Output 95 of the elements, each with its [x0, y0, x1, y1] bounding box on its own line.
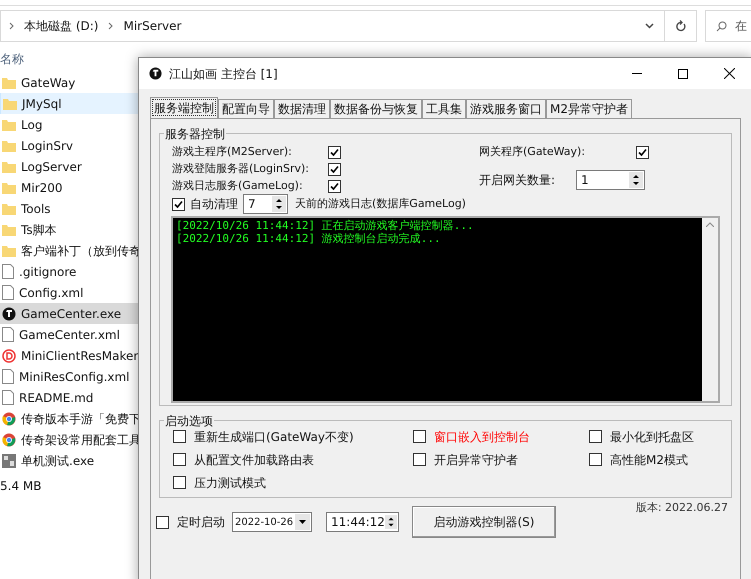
- checkbox[interactable]: [328, 180, 341, 193]
- file-item[interactable]: Mir200: [0, 177, 140, 198]
- breadcrumb[interactable]: 本地磁盘 (D:): [24, 17, 98, 35]
- option-label: 窗口嵌入到控制台: [434, 428, 530, 446]
- spin-arrows-icon[interactable]: [629, 172, 643, 188]
- folder-icon: [2, 182, 16, 194]
- refresh-icon: [674, 20, 686, 32]
- window-title: 江山如画 主控台 [1]: [169, 66, 278, 82]
- tab[interactable]: 数据清理: [274, 99, 330, 118]
- file-item[interactable]: LoginSrv: [0, 135, 140, 156]
- file-item[interactable]: README.md: [0, 387, 140, 408]
- log-line: [2022/10/26 11:44:12] 正在启动游戏客户端控制器...: [176, 219, 475, 232]
- scroll-up-icon[interactable]: [706, 222, 714, 227]
- address-bar[interactable]: 本地磁盘 (D:) MirServer: [0, 10, 697, 42]
- chevron-right-icon: [108, 22, 114, 30]
- option-label: 开启异常守护者: [434, 452, 518, 468]
- checkbox[interactable]: [413, 453, 426, 466]
- spin-box[interactable]: 1: [576, 170, 645, 190]
- folder-icon: [2, 224, 16, 236]
- option-label: 压力测试模式: [194, 474, 266, 492]
- folder-icon: [2, 202, 16, 214]
- option-label: 高性能M2模式: [610, 452, 688, 468]
- option-label: 重新生成端口(GateWay不变): [194, 428, 354, 446]
- maximize-icon: [678, 68, 688, 78]
- option-label: 开启网关数量:: [479, 172, 556, 189]
- column-header[interactable]: 名称: [0, 50, 24, 68]
- file-item[interactable]: Ts脚本: [0, 219, 140, 240]
- search-placeholder: 在: [735, 18, 747, 35]
- folder-icon: [2, 140, 16, 152]
- spin-box[interactable]: 7: [243, 194, 288, 214]
- minimize-icon: [632, 73, 642, 74]
- folder-icon: [2, 244, 16, 256]
- folder-icon: [2, 118, 16, 130]
- file-item[interactable]: GameCenter.xml: [0, 324, 140, 345]
- log-line: [2022/10/26 11:44:12] 游戏控制台启动完成...: [176, 232, 442, 245]
- folder-icon: [2, 76, 16, 88]
- tab[interactable]: 工具集: [422, 99, 466, 118]
- checkbox[interactable]: [589, 430, 602, 443]
- checkbox[interactable]: [589, 453, 602, 466]
- file-item[interactable]: MiniResConfig.xml: [0, 366, 140, 387]
- status-text: 5.4 MB: [0, 478, 42, 495]
- date-picker[interactable]: 2022-10-26: [232, 512, 312, 532]
- file-item[interactable]: LogServer: [0, 156, 140, 177]
- checkbox[interactable]: [636, 146, 649, 159]
- start-button[interactable]: 启动游戏控制器(S): [412, 506, 556, 538]
- breadcrumb[interactable]: MirServer: [123, 17, 182, 35]
- chevron-right-icon: [9, 22, 14, 30]
- option-label: 网关程序(GateWay):: [479, 144, 586, 160]
- group-title: 服务器控制: [164, 125, 226, 143]
- option-label: 从配置文件加载路由表: [194, 452, 314, 468]
- program-icon: [2, 454, 16, 468]
- file-item[interactable]: Tools: [0, 198, 140, 219]
- file-item[interactable]: MiniClientResMaker.: [0, 345, 140, 366]
- tab[interactable]: 配置向导: [218, 99, 274, 118]
- file-item[interactable]: GateWay: [0, 72, 140, 93]
- dropdown-icon[interactable]: [295, 514, 310, 530]
- option-label: 游戏主程序(M2Server):: [172, 144, 293, 160]
- chevron-down-icon[interactable]: [645, 23, 654, 29]
- checkbox[interactable]: [173, 476, 186, 489]
- close-icon: [724, 68, 734, 79]
- file-item[interactable]: GameCenter.exe: [0, 303, 140, 324]
- option-label: 游戏日志服务(GameLog):: [172, 178, 304, 194]
- file-item[interactable]: 单机测试.exe: [0, 450, 140, 471]
- tab[interactable]: 服务端控制: [150, 97, 218, 118]
- tab[interactable]: M2异常守护者: [546, 99, 632, 118]
- option-label: 天前的游戏日志(数据库GameLog): [295, 196, 466, 212]
- app-icon: [149, 67, 162, 80]
- tab[interactable]: 数据备份与恢复: [330, 99, 422, 118]
- scrollbar[interactable]: [702, 218, 718, 401]
- folder-icon: [2, 160, 16, 172]
- option-label: 定时启动: [177, 514, 225, 531]
- file-item[interactable]: Log: [0, 114, 140, 135]
- spin-arrows-icon[interactable]: [384, 514, 397, 530]
- tab[interactable]: 游戏服务窗口: [466, 99, 546, 118]
- option-label: 游戏登陆服务器(LoginSrv):: [172, 161, 310, 178]
- version-text: 版本: 2022.06.27: [636, 500, 728, 516]
- file-item[interactable]: Config.xml: [0, 282, 140, 303]
- checkbox[interactable]: [172, 198, 185, 210]
- folder-icon: [3, 98, 17, 110]
- checkbox[interactable]: [173, 430, 186, 443]
- option-label: 自动清理: [190, 196, 238, 213]
- checkbox[interactable]: [328, 146, 341, 159]
- app-icon: [2, 306, 16, 320]
- spin-box[interactable]: 11:44:12: [326, 512, 399, 532]
- checkbox[interactable]: [156, 516, 169, 528]
- search-icon: [716, 20, 727, 32]
- option-label: 最小化到托盘区: [610, 428, 694, 446]
- checkbox[interactable]: [173, 453, 186, 466]
- file-item[interactable]: JMySql: [0, 93, 140, 114]
- spin-arrows-icon[interactable]: [272, 196, 286, 212]
- file-item[interactable]: .gitignore: [0, 261, 140, 282]
- checkbox[interactable]: [413, 430, 426, 443]
- checkbox[interactable]: [328, 163, 341, 176]
- search-field[interactable]: 在: [705, 10, 751, 42]
- group-title: 启动选项: [164, 412, 214, 430]
